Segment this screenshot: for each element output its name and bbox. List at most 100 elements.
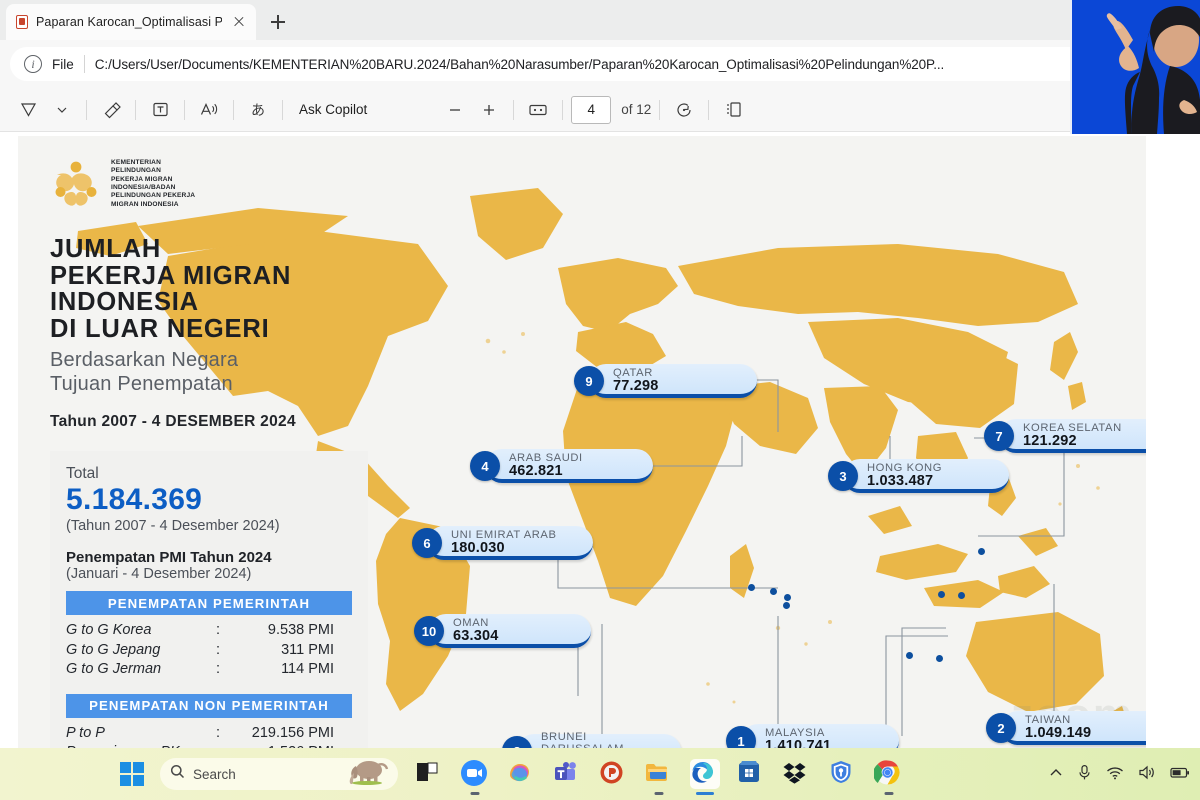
chevron-down-icon[interactable]	[46, 95, 78, 125]
divider	[233, 99, 234, 120]
microsoft-edge-icon[interactable]	[690, 759, 720, 795]
page-layout-icon[interactable]	[717, 95, 749, 125]
zoom-icon[interactable]	[460, 759, 490, 795]
copilot-icon[interactable]	[506, 759, 536, 789]
section-heading: Penempatan PMI Tahun 2024	[66, 549, 272, 566]
translate-icon[interactable]: あ	[242, 95, 274, 125]
marker-value: 1.049.149	[1025, 724, 1092, 741]
slide-page-4: KEMENTERIAN PELINDUNGAN PEKERJA MIGRAN I…	[18, 136, 1146, 748]
total-value: 5.184.369	[66, 483, 203, 516]
marker-value: 121.292	[1023, 432, 1077, 449]
separator: :	[216, 724, 221, 741]
browser-window: Paparan Karocan_Optimalisasi Pel i File …	[0, 0, 1200, 748]
marker-rank-badge: 4	[470, 451, 500, 481]
marker-country: HONG KONG	[867, 461, 943, 474]
pdf-page-viewport[interactable]: KEMENTERIAN PELINDUNGAN PEKERJA MIGRAN I…	[0, 132, 1200, 748]
map-marker: 4 ARAB SAUDI 462.821	[470, 449, 653, 483]
map-dot	[748, 584, 755, 591]
browser-tab[interactable]: Paparan Karocan_Optimalisasi Pel	[6, 4, 256, 40]
marker-country: UNI EMIRAT ARAB	[451, 528, 557, 541]
teams-icon[interactable]	[552, 759, 582, 789]
file-explorer-icon[interactable]	[644, 759, 674, 795]
divider	[562, 99, 564, 120]
map-marker: 6 UNI EMIRAT ARAB 180.030	[412, 526, 593, 560]
map-marker: 1 MALAYSIA 1.410.741	[726, 724, 899, 748]
map-dot	[936, 655, 943, 662]
url-text[interactable]: C:/Users/User/Documents/KEMENTERIAN%20BA…	[95, 57, 1176, 72]
tab-strip: Paparan Karocan_Optimalisasi Pel	[0, 0, 1200, 40]
slide-left-panel: KEMENTERIAN PELINDUNGAN PEKERJA MIGRAN I…	[30, 136, 375, 748]
rotate-icon[interactable]	[668, 95, 700, 125]
windows-start-icon[interactable]	[120, 762, 144, 786]
microphone-icon[interactable]	[1077, 764, 1092, 784]
marker-value: 1.410.741	[765, 737, 832, 748]
task-view-icon[interactable]	[414, 759, 444, 789]
logo-row: KEMENTERIAN PELINDUNGAN PEKERJA MIGRAN I…	[50, 158, 195, 210]
placement-value: 219.156 PMI	[251, 724, 334, 741]
section-subheading: (Januari - 4 Desember 2024)	[66, 566, 252, 582]
zoom-out-button[interactable]	[439, 95, 471, 125]
show-hidden-icons-icon[interactable]	[1049, 766, 1063, 783]
ask-copilot-button[interactable]: Ask Copilot	[291, 102, 375, 117]
banner-non-government: PENEMPATAN NON PEMERINTAH	[66, 693, 352, 718]
tab-title: Paparan Karocan_Optimalisasi Pel	[36, 15, 222, 29]
elephant-wallpaper-icon	[342, 758, 394, 790]
page-number-input[interactable]: 4	[571, 95, 612, 124]
period-label: Tahun 2007 - 4 DESEMBER 2024	[50, 413, 296, 430]
marker-country: QATAR	[613, 366, 653, 379]
placement-value: 9.538 PMI	[267, 622, 334, 638]
dropbox-icon[interactable]	[782, 759, 812, 789]
logo-text: KEMENTERIAN PELINDUNGAN PEKERJA MIGRAN I…	[111, 158, 196, 208]
wifi-icon[interactable]	[1106, 766, 1124, 783]
battery-icon[interactable]	[1170, 766, 1190, 782]
marker-value: 1.033.487	[867, 472, 934, 489]
scheme-label: File	[52, 56, 74, 72]
marker-rank-badge: 10	[414, 616, 444, 646]
map-dot	[770, 588, 777, 595]
address-bar[interactable]: i File C:/Users/User/Documents/KEMENTERI…	[10, 47, 1190, 81]
marker-country: OMAN	[453, 616, 489, 629]
sign-language-interpreter-video[interactable]	[1070, 0, 1200, 134]
divider	[135, 99, 136, 120]
google-chrome-icon[interactable]	[873, 759, 904, 795]
placement-row: G to G Jepang: 311 PMI	[66, 641, 352, 661]
zoom-in-button[interactable]	[473, 95, 505, 125]
screen: Paparan Karocan_Optimalisasi Pel i File …	[0, 0, 1200, 800]
microsoft-store-icon[interactable]	[736, 759, 766, 789]
placement-row: G to G Korea: 9.538 PMI	[66, 621, 352, 641]
placement-label: G to G Korea	[66, 622, 152, 638]
marker-value: 462.821	[509, 462, 563, 479]
kemnaker-bp2mi-logo-icon	[50, 158, 102, 210]
map-dot	[784, 594, 791, 601]
map-dot	[978, 548, 985, 555]
search-placeholder: Search	[193, 766, 236, 782]
draw-icon[interactable]	[12, 95, 44, 125]
divider	[184, 99, 185, 120]
map-dot	[958, 592, 965, 599]
placement-value: 114 PMI	[281, 661, 334, 677]
windows-taskbar: Search	[0, 748, 1200, 800]
map-marker: 8BRUNEI DARUSSALAM98.077	[502, 731, 681, 748]
read-aloud-icon[interactable]	[193, 95, 225, 125]
new-tab-icon[interactable]	[264, 8, 292, 36]
volume-icon[interactable]	[1138, 765, 1156, 783]
marker-label: QATAR 77.298	[589, 364, 757, 398]
marker-rank-badge: 9	[574, 366, 604, 396]
taskbar-search-box[interactable]: Search	[160, 758, 398, 790]
marker-country: KOREA SELATAN	[1023, 421, 1122, 434]
page-total-label: of 12	[621, 102, 652, 117]
marker-country: ARAB SAUDI	[509, 451, 583, 464]
map-marker: 2 TAIWAN 1.049.149	[986, 711, 1146, 745]
fit-page-icon[interactable]	[522, 95, 554, 125]
map-marker: 10 OMAN 63.304	[414, 614, 591, 648]
password-manager-icon[interactable]	[828, 759, 858, 789]
map-dot	[906, 652, 913, 659]
marker-label: BRUNEI DARUSSALAM98.077	[517, 731, 681, 748]
info-icon[interactable]: i	[24, 55, 42, 73]
close-icon[interactable]	[228, 11, 250, 33]
add-text-icon[interactable]	[144, 95, 176, 125]
eraser-icon[interactable]	[95, 95, 127, 125]
search-icon	[170, 764, 185, 784]
powerpoint-icon[interactable]	[598, 759, 628, 789]
marker-label: UNI EMIRAT ARAB 180.030	[427, 526, 593, 560]
